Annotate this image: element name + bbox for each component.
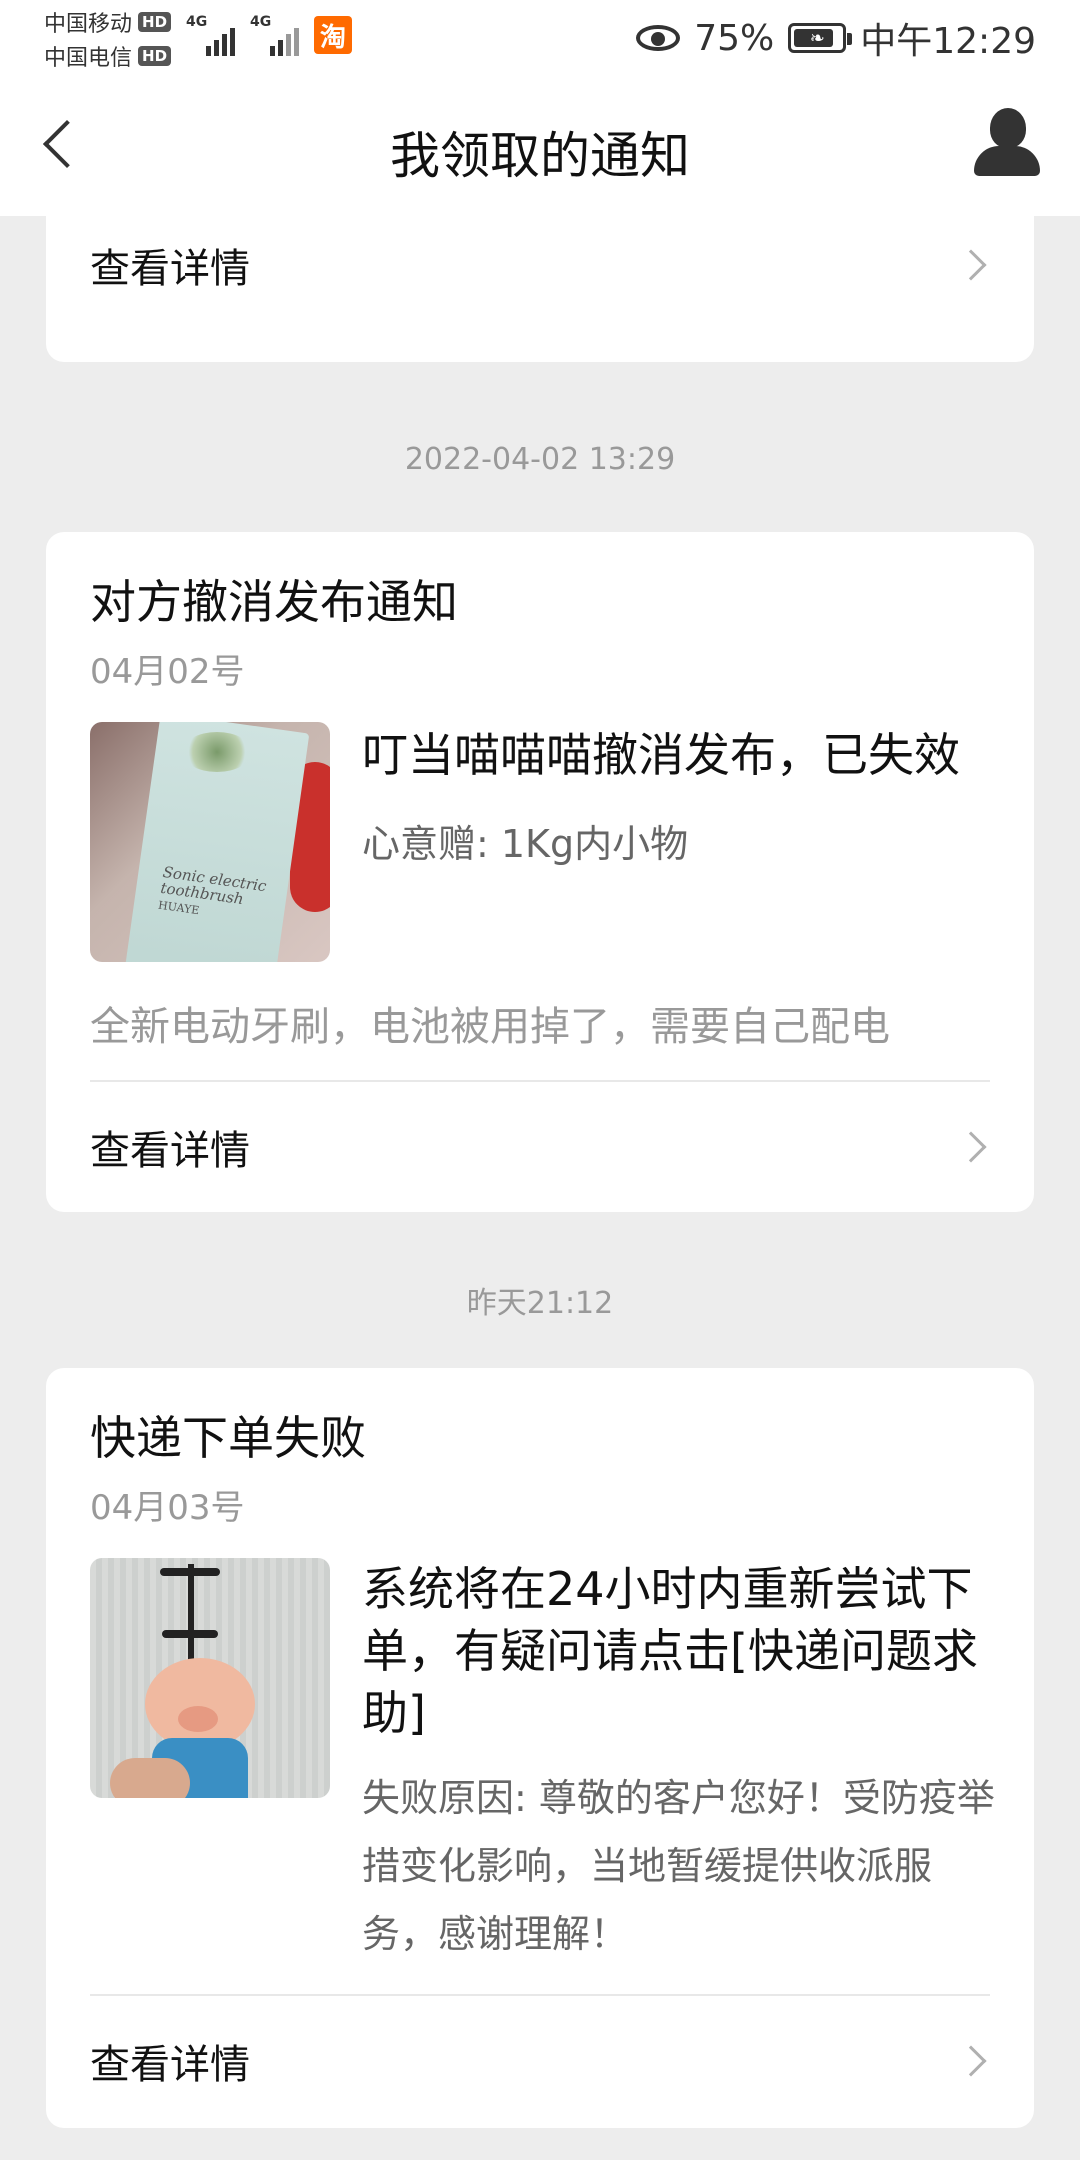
carrier-2-name: 中国电信 <box>44 46 133 71</box>
clock: 中午12:29 <box>860 21 1036 62</box>
view-details-label: 查看详情 <box>90 1128 250 1174</box>
card-description: 全新电动牙刷，电池被用掉了，需要自己配电 <box>90 1004 890 1050</box>
card-date: 04月02号 <box>90 652 245 692</box>
card-sub-text: 心意赠: 1Kg内小物 <box>362 822 689 866</box>
system-indicators: 75% ❧ 中午12:29 <box>636 12 1036 64</box>
network-type-1: 4G <box>186 14 208 30</box>
timestamp: 昨天21:12 <box>466 1286 614 1321</box>
timestamp: 2022-04-02 13:29 <box>404 442 676 477</box>
card-main-text: 叮当喵喵喵撤消发布，已失效 <box>362 728 960 782</box>
hd-badge-2: HD <box>138 46 172 66</box>
carrier-1-name: 中国移动 <box>44 12 133 37</box>
chevron-right-icon <box>955 2045 987 2077</box>
view-details-label: 查看详情 <box>90 2042 250 2088</box>
view-details-link[interactable]: 查看详情 <box>90 200 990 330</box>
taobao-notification-icon: 淘 <box>314 16 352 54</box>
carrier-1: 中国移动 HD <box>44 6 172 38</box>
hd-badge-1: HD <box>138 12 172 32</box>
carrier-2: 中国电信 HD <box>44 40 172 72</box>
status-bar: 中国移动 HD 中国电信 HD 4G 4G 淘 75% ❧ 中午12:29 <box>0 0 1080 72</box>
card-date: 04月03号 <box>90 1488 245 1528</box>
signal-icon-2: 4G <box>250 14 299 56</box>
notification-card[interactable]: 对方撤消发布通知 04月02号 Sonic electric toothbrus… <box>46 532 1034 1212</box>
page-title: 我领取的通知 <box>390 127 690 185</box>
card-main-text: 系统将在24小时内重新尝试下单，有疑问请点击[快递问题求助] <box>362 1562 978 1740</box>
card-title: 对方撤消发布通知 <box>90 575 458 629</box>
view-details-label: 查看详情 <box>90 246 250 292</box>
card-sub-text: 失败原因: 尊敬的客户您好！受防疫举措变化影响，当地暂缓提供收派服务，感谢理解！ <box>362 1776 995 1956</box>
battery-percent: 75% <box>694 17 775 59</box>
notification-card[interactable]: 快递下单失败 04月03号 系统将在24小时内重新尝试下单，有疑问请点击[快递问… <box>46 1368 1034 2128</box>
user-icon <box>990 108 1026 148</box>
chevron-right-icon <box>955 1131 987 1163</box>
card-title: 快递下单失败 <box>90 1411 366 1465</box>
eye-comfort-icon <box>636 25 681 51</box>
user-profile-button[interactable] <box>972 108 1042 178</box>
view-details-link[interactable]: 查看详情 <box>90 1082 990 1212</box>
title-bar: 我领取的通知 <box>0 72 1080 216</box>
battery-icon: ❧ <box>788 23 853 53</box>
item-photo[interactable] <box>90 1558 330 1798</box>
chevron-right-icon <box>955 249 987 281</box>
view-details-link[interactable]: 查看详情 <box>90 1996 990 2126</box>
item-photo[interactable]: Sonic electric toothbrush HUAYE <box>90 722 330 962</box>
network-type-2: 4G <box>250 14 272 30</box>
signal-icon: 4G <box>186 14 235 56</box>
